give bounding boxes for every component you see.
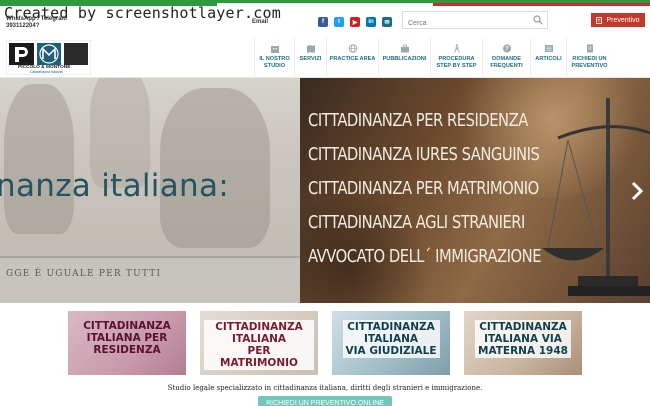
card-title-box: CITTADINANZA ITALIANA PER MATRIMONIO — [204, 320, 314, 370]
nav-item-practice-area[interactable]: PRACTICE AREA — [326, 38, 378, 78]
twitter-icon[interactable]: t — [334, 17, 344, 27]
hero-line: CITTADINANZA AGLI STRANIERI — [308, 212, 525, 233]
document-icon — [596, 16, 603, 24]
request-quote-button[interactable]: RICHIEDI UN PREVENTIVO ONLINE — [258, 396, 392, 406]
search-input[interactable] — [403, 15, 523, 32]
card-title-line: VIA GIUDIZIALE — [345, 345, 437, 357]
card-title-line: ITALIANA PER — [86, 332, 168, 344]
card-matrimonio[interactable]: CITTADINANZA ITALIANA PER MATRIMONIO — [200, 311, 318, 375]
building-icon — [270, 46, 279, 53]
hero-right-image: CITTADINANZA PER RESIDENZA CITTADINANZA … — [300, 78, 650, 303]
nav-item-richiedi-preventivo[interactable]: RICHIEDI UN PREVENTIVO — [566, 38, 612, 78]
question-icon: ? — [502, 44, 511, 53]
card-via-materna[interactable]: CITTADINANZA ITALIANA VIA MATERNA 1948 — [464, 311, 582, 375]
watermark-text: Created by screenshotlayer.com — [4, 4, 281, 22]
card-title-line: ITALIANA — [231, 333, 287, 345]
social-links: f t ▶ in ✉ — [318, 17, 392, 27]
card-title-line: MATERNA 1948 — [478, 345, 568, 357]
hero-headline: nanza italiana: — [0, 168, 229, 204]
search-icon[interactable] — [533, 15, 543, 25]
hero-inscription: GGE È UGUALE PER TUTTI — [6, 269, 162, 279]
card-title-line: CITTADINANZA — [479, 321, 567, 333]
logo-tagline: Cittadinanza Italiana — [30, 70, 63, 74]
search-box — [402, 11, 548, 32]
hero-line: CITTADINANZA PER RESIDENZA — [308, 110, 528, 131]
hero-left-image: nanza italiana: GGE È UGUALE PER TUTTI — [0, 78, 300, 303]
nav-label: PRACTICE AREA — [329, 56, 376, 62]
card-title-box: CITTADINANZA ITALIANA VIA MATERNA 1948 — [475, 320, 571, 358]
nav-item-domande[interactable]: ? DOMANDE FREQUENTI — [482, 38, 530, 78]
chevron-right-icon — [631, 181, 643, 201]
linkedin-icon[interactable]: in — [366, 17, 376, 27]
studio-description: Studio legale specializzato in cittadina… — [167, 384, 483, 392]
nav-label: ARTICOLI — [535, 56, 562, 62]
card-title-line: CITTADINANZA — [347, 321, 435, 333]
hero-line: CITTADINANZA PER MATRIMONIO — [308, 178, 539, 199]
email-icon[interactable]: ✉ — [382, 17, 392, 27]
briefcase-icon — [400, 44, 409, 53]
walking-person-icon — [453, 44, 460, 53]
main-nav: IL NOSTRO STUDIO SERVIZI PRACTICE AREA P… — [254, 38, 612, 78]
nav-item-studio[interactable]: IL NOSTRO STUDIO — [254, 38, 294, 78]
hero-line: CITTADINANZA IURES SANGUINIS — [308, 144, 540, 165]
card-via-giudiziale[interactable]: CITTADINANZA ITALIANA VIA GIUDIZIALE — [332, 311, 450, 375]
card-title-line: ITALIANA VIA — [484, 333, 562, 345]
slider-next-button[interactable] — [629, 179, 645, 203]
facebook-icon[interactable]: f — [318, 17, 328, 27]
map-icon — [306, 45, 315, 53]
document-icon — [586, 44, 593, 53]
card-residenza[interactable]: CITTADINANZA ITALIANA PER RESIDENZA — [68, 311, 186, 375]
globe-icon — [348, 44, 357, 53]
service-cards: CITTADINANZA ITALIANA PER RESIDENZA CITT… — [0, 303, 650, 381]
nav-label-sub: STEP BY STEP — [436, 62, 477, 69]
card-title-line: RESIDENZA — [93, 344, 161, 356]
nav-item-pubblicazioni[interactable]: PUBBLICAZIONI — [378, 38, 430, 78]
contact-line-2[interactable]: 393112204? — [6, 23, 67, 30]
nav-item-servizi[interactable]: SERVIZI — [294, 38, 326, 78]
site-logo[interactable]: PICCOLO & MONTONE Cittadinanza Italiana — [5, 39, 92, 76]
hero-line: AVVOCATO DELL´ IMMIGRAZIONE — [308, 246, 542, 267]
card-title-line: CITTADINANZA — [215, 321, 303, 333]
preventivo-button[interactable]: Preventivo — [591, 13, 645, 27]
youtube-icon[interactable]: ▶ — [350, 17, 360, 27]
preventivo-label: Preventivo — [606, 16, 640, 24]
card-title-box: CITTADINANZA ITALIANA VIA GIUDIZIALE — [342, 320, 440, 358]
nav-bar: PICCOLO & MONTONE Cittadinanza Italiana … — [0, 38, 650, 78]
svg-text:?: ? — [505, 47, 509, 53]
hero-services-list: CITTADINANZA PER RESIDENZA CITTADINANZA … — [308, 104, 592, 274]
newspaper-icon — [544, 45, 553, 52]
nav-label: SERVIZI — [299, 56, 322, 62]
hero-slider: nanza italiana: GGE È UGUALE PER TUTTI C… — [0, 78, 650, 303]
nav-label: PUBBLICAZIONI — [382, 56, 427, 62]
card-title-line: ITALIANA — [363, 333, 419, 345]
card-title-line: CITTADINANZA — [83, 320, 171, 332]
nav-item-articoli[interactable]: ARTICOLI — [530, 38, 566, 78]
nav-item-procedura[interactable]: PROCEDURA STEP BY STEP — [430, 38, 482, 78]
nav-label-sub: FREQUENTI — [490, 62, 523, 69]
nav-label-sub: STUDIO — [263, 62, 286, 69]
page: WhatsApp / Telegram 393112204? Email f t… — [0, 0, 650, 406]
nav-label-sub: PREVENTIVO — [571, 62, 608, 69]
card-title-line: PER MATRIMONIO — [220, 345, 298, 369]
